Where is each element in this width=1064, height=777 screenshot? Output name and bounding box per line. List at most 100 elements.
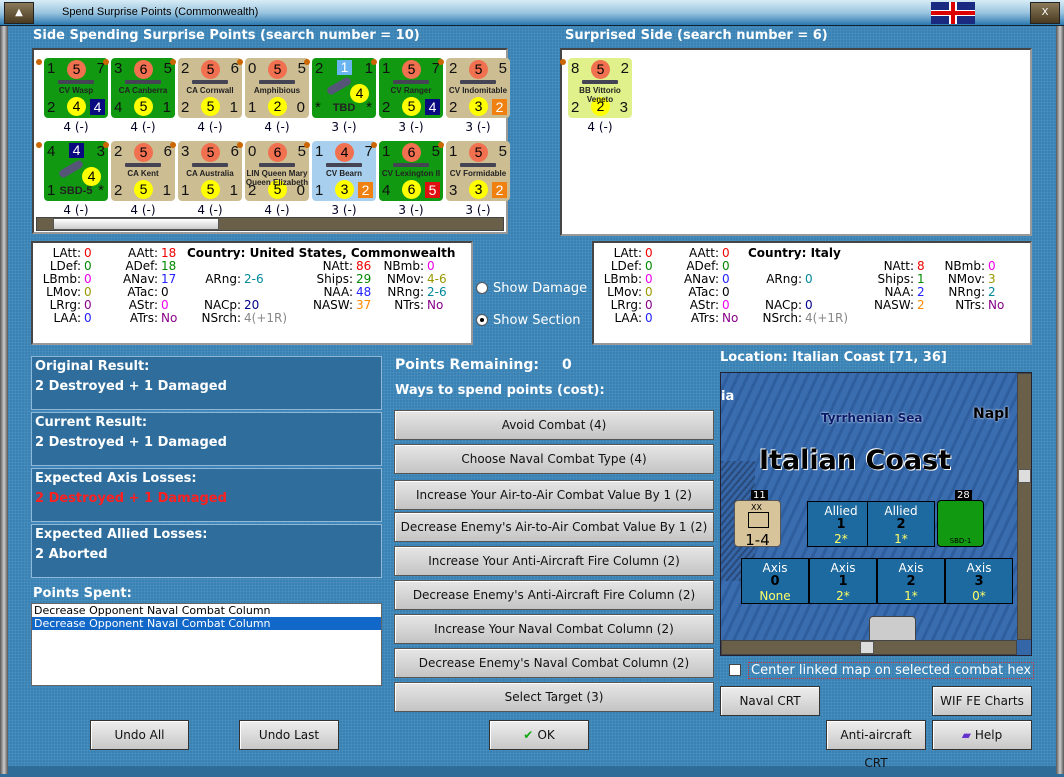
- stat-key: NTrs:: [955, 298, 985, 312]
- axis-column-box[interactable]: Axis 2 1*: [877, 558, 945, 604]
- box-number: 2: [896, 517, 906, 532]
- spend-option-button[interactable]: Decrease Enemy's Naval Combat Column (2): [394, 648, 714, 678]
- unit-counter[interactable]: 2 1 * * 1 4 TBD: [312, 58, 376, 118]
- horizontal-scroll-thumb[interactable]: [860, 641, 874, 654]
- unit-counter[interactable]: 1 7 2 5 5 4 CV Ranger: [379, 58, 443, 118]
- spend-option-button[interactable]: Decrease Enemy's Air-to-Air Combat Value…: [394, 512, 714, 542]
- unit-counter[interactable]: 3 5 4 1 6 5 CA Canberra: [111, 58, 175, 118]
- unit-counter[interactable]: 8 2 2 3 5 2 BB Vittorio Veneto: [568, 58, 632, 118]
- unit-counter[interactable]: 1 5 3 5 3 2 CV Formidable: [446, 141, 510, 201]
- unit-counter[interactable]: 0 5 2 0 6 5 LIN Queen Mary Queen Elizabeth: [245, 141, 309, 201]
- unit-counter[interactable]: 2 5 2 5 3 2 CV Indomitable: [446, 58, 510, 118]
- map-location-label: Location: Italian Coast [71, 36]: [720, 350, 947, 365]
- unit-counter[interactable]: 4 3 1 * 4 4 SBD-5: [44, 141, 108, 201]
- axis-column-box[interactable]: Axis 1 2*: [809, 558, 877, 604]
- spend-option-button[interactable]: Choose Naval Combat Type (4): [394, 444, 714, 474]
- unit-counter[interactable]: 2 6 2 1 5 5 CA Kent: [111, 141, 175, 201]
- unit-marker-icon: [237, 59, 243, 65]
- attack-value: 5: [402, 60, 421, 79]
- spend-option-button[interactable]: Increase Your Air-to-Air Combat Value By…: [394, 480, 714, 510]
- air-unit-counter[interactable]: SBD-1: [937, 500, 984, 547]
- infantry-symbol-icon: [748, 512, 769, 528]
- undo-all-button[interactable]: Undo All: [90, 720, 189, 750]
- unit-counter[interactable]: 1 7 1 4 3 2 CV Bearn: [312, 141, 376, 201]
- undo-last-button[interactable]: Undo Last: [239, 720, 339, 750]
- ship-silhouette-icon: [192, 163, 228, 167]
- wif-fe-charts-button[interactable]: WIF FE Charts: [932, 686, 1032, 716]
- range-box: 4: [425, 99, 440, 115]
- ship-silhouette-icon: [192, 80, 228, 84]
- ship-silhouette-icon: [58, 80, 94, 84]
- map-horizontal-scrollbar[interactable]: [721, 640, 1017, 655]
- stat-value: 3: [988, 272, 996, 286]
- unit-counter[interactable]: 3 6 1 1 5 5 CA Australia: [178, 141, 242, 201]
- ship-silhouette-icon: [259, 80, 295, 84]
- unit-marker-icon: [237, 142, 243, 148]
- axis-column-box[interactable]: Axis 0 None: [741, 558, 809, 604]
- unit-status-label: 4 (-): [264, 120, 290, 134]
- unit-status-label: 3 (-): [465, 203, 491, 217]
- points-spent-label: Points Spent:: [33, 586, 132, 601]
- center-map-checkbox[interactable]: [729, 664, 741, 676]
- unit-counter[interactable]: 1 7 2 5 4 4 CV Wasp: [44, 58, 108, 118]
- stat-aatt: AAtt: 0: [594, 246, 730, 260]
- naval-crt-button[interactable]: Naval CRT: [720, 686, 820, 716]
- spend-option-button[interactable]: Increase Your Anti-Aircraft Fire Column …: [394, 546, 714, 576]
- units-horizontal-scrollbar[interactable]: [36, 217, 504, 231]
- box-title: Axis: [830, 561, 856, 575]
- uk-flag-icon: [931, 2, 975, 24]
- allied-column-box[interactable]: Allied 1 2*: [807, 501, 875, 547]
- ship-silhouette-icon: [125, 80, 161, 84]
- show-damage-radio[interactable]: [476, 282, 488, 294]
- help-button[interactable]: ▰ Help: [932, 720, 1032, 750]
- map-label-fragment: ia: [721, 389, 735, 404]
- points-spent-item[interactable]: Decrease Opponent Naval Combat Column: [32, 604, 381, 617]
- ship-silhouette-icon: [460, 163, 496, 167]
- unit-value-br: 1: [229, 182, 238, 199]
- stat-nsrch: NSrch: 4(+1R): [594, 311, 848, 325]
- stat-value: 4-6: [427, 272, 447, 286]
- points-spent-item-selected[interactable]: Decrease Opponent Naval Combat Column: [32, 617, 381, 630]
- scrollbar-thumb[interactable]: [53, 218, 219, 230]
- map-vertical-scrollbar[interactable]: [1017, 373, 1031, 640]
- center-map-label: Center linked map on selected combat hex: [748, 662, 1035, 679]
- axis-column-box[interactable]: Axis 3 0*: [945, 558, 1013, 604]
- ok-button[interactable]: ✔ OK: [489, 720, 589, 750]
- stat-value: 4(+1R): [805, 311, 849, 325]
- spend-option-button[interactable]: Decrease Enemy's Anti-Aircraft Fire Colu…: [394, 580, 714, 610]
- land-unit-counter[interactable]: XX 1-4: [734, 500, 781, 549]
- result-heading: Original Result:: [35, 359, 150, 374]
- allied-column-box[interactable]: Allied 2 1*: [867, 501, 935, 547]
- unit-value-bl: 1: [248, 99, 257, 116]
- spend-option-button[interactable]: Avoid Combat (4): [394, 410, 714, 440]
- show-section-radio[interactable]: [476, 314, 488, 326]
- unit-counter[interactable]: 1 5 4 6 6 5 CV Lexington II: [379, 141, 443, 201]
- spend-option-button[interactable]: Select Target (3): [394, 682, 714, 712]
- vertical-scroll-thumb[interactable]: [1018, 469, 1031, 483]
- defense-value: 6: [402, 180, 421, 199]
- unit-value-tl: 1: [47, 60, 56, 77]
- aircraft-icon: [57, 159, 85, 179]
- spend-option-button[interactable]: Increase Your Naval Combat Column (2): [394, 614, 714, 644]
- anti-aircraft-crt-button[interactable]: Anti-aircraft CRT: [826, 720, 926, 770]
- close-button[interactable]: X: [1030, 2, 1060, 24]
- stat-nrng: NRng: 2-6: [33, 285, 446, 299]
- result-value: 2 Destroyed + 1 Damaged: [35, 379, 227, 394]
- stat-value: 2-6: [427, 285, 447, 299]
- box-title: Allied: [884, 504, 918, 518]
- unit-status-label: 4 (-): [63, 120, 89, 134]
- unit-counter[interactable]: 2 6 2 1 5 5 CA Cornwall: [178, 58, 242, 118]
- corps-unit-counter[interactable]: [869, 616, 916, 640]
- result-box: Current Result: 2 Destroyed + 1 Damaged: [31, 412, 382, 466]
- stat-value: No: [427, 298, 444, 312]
- minimize-button[interactable]: ▲: [4, 2, 34, 24]
- surprised-stats-panel: Country: Italy LAtt: 0 AAtt: 0 LDef: 0 ADef: 0 NA…: [592, 241, 1032, 345]
- defense-value: 5: [134, 97, 153, 116]
- points-spent-list[interactable]: Decrease Opponent Naval Combat Column De…: [31, 603, 382, 686]
- unit-counter[interactable]: 0 5 1 0 5 2 Amphibious: [245, 58, 309, 118]
- unit-name: CA Kent: [127, 169, 159, 178]
- stat-nmov: NMov: 4-6: [33, 272, 447, 286]
- unit-name: CV Formidable: [449, 169, 507, 178]
- linked-map[interactable]: ia Tyrrhenian Sea Napl Italian Coast 11 …: [720, 372, 1032, 656]
- unit-name: CV Wasp: [58, 86, 94, 95]
